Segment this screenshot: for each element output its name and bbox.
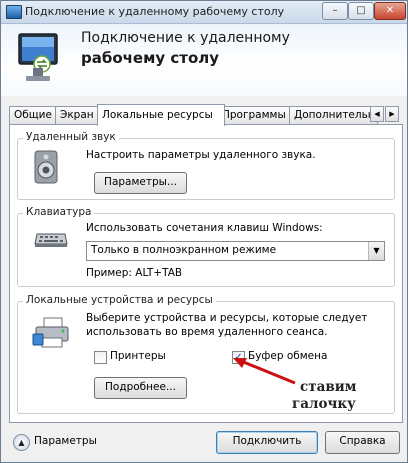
title-bar[interactable]: Подключение к удаленному рабочему столу …: [1, 1, 407, 24]
tab-programs[interactable]: Программы: [217, 106, 297, 124]
keyboard-shortcuts-select[interactable]: Только в полноэкранном режиме ▼: [86, 241, 385, 261]
options-expand-icon[interactable]: ▲: [13, 434, 30, 451]
maximize-button[interactable]: □: [348, 2, 374, 20]
banner-title-line1: Подключение к удаленному: [81, 30, 290, 46]
local-devices-description-line1: Выберите устройства и ресурсы, которые с…: [86, 312, 368, 324]
keyboard-selected-option: Только в полноэкранном режиме: [91, 244, 277, 256]
keyboard-icon: [34, 233, 68, 247]
audio-settings-button[interactable]: Параметры...: [94, 172, 187, 194]
remote-audio-title: Удаленный звук: [23, 131, 119, 143]
annotation-text-line2: галочку: [292, 396, 356, 412]
remote-audio-description: Настроить параметры удаленного звука.: [86, 149, 316, 161]
annotation-arrow: [233, 358, 296, 385]
minimize-button[interactable]: –: [322, 2, 348, 20]
more-devices-button[interactable]: Подробнее...: [94, 377, 187, 399]
tab-scroll-right-icon[interactable]: ▶: [385, 106, 399, 122]
printers-label[interactable]: Принтеры: [110, 350, 166, 362]
tab-strip: Общие Экран Локальные ресурсы Программы …: [9, 104, 405, 126]
devices-printer-icon: [32, 317, 69, 348]
chevron-down-icon[interactable]: ▼: [368, 242, 384, 260]
window-title: Подключение к удаленному рабочему столу: [25, 5, 285, 18]
remote-desktop-monitor-icon: [18, 33, 58, 81]
close-button[interactable]: ✕: [374, 2, 406, 20]
annotation-text-line1: ставим: [300, 379, 357, 395]
keyboard-description: Использовать сочетания клавиш Windows:: [86, 222, 323, 234]
speaker-icon: [34, 150, 58, 184]
help-button[interactable]: Справка: [325, 431, 400, 454]
local-devices-title: Локальные устройства и ресурсы: [23, 294, 216, 306]
tab-local-resources[interactable]: Локальные ресурсы: [97, 104, 225, 126]
banner-title-line2: рабочему столу: [81, 49, 220, 67]
remote-audio-group: Удаленный звук Настроить параметры удале…: [17, 131, 395, 200]
options-label[interactable]: Параметры: [34, 435, 97, 447]
tab-scroll-left-icon[interactable]: ◀: [370, 106, 384, 122]
app-icon: [6, 5, 22, 19]
header-banner: Подключение к удаленному рабочему столу: [1, 24, 407, 96]
tab-advanced[interactable]: Дополнительно: [289, 106, 378, 124]
printers-checkbox[interactable]: [94, 351, 107, 364]
local-devices-description-line2: использовать во время удаленного сеанса.: [86, 326, 328, 338]
keyboard-example: Пример: ALT+TAB: [86, 267, 183, 279]
remote-desktop-window: Подключение к удаленному рабочему столу …: [0, 0, 408, 463]
keyboard-title: Клавиатура: [23, 206, 95, 218]
connect-button[interactable]: Подключить: [216, 431, 318, 454]
keyboard-group: Клавиатура Использовать сочетания клавиш…: [17, 206, 395, 287]
